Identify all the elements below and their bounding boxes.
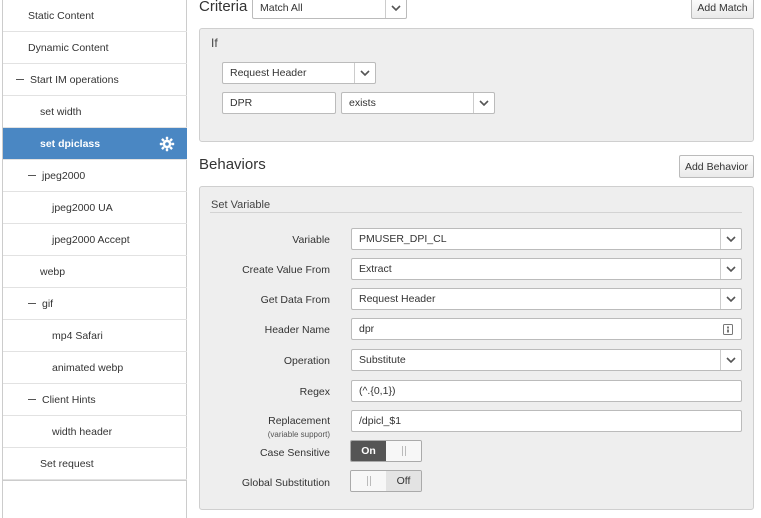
sidebar-item[interactable]: jpeg2000 Accept xyxy=(3,224,187,256)
sidebar-item-label: Static Content xyxy=(28,9,94,22)
create-value-from-value: Extract xyxy=(359,263,392,275)
criteria-if-panel: If xyxy=(199,28,754,142)
sidebar-item[interactable]: width header xyxy=(3,416,187,448)
chevron-down-icon xyxy=(720,229,741,249)
sidebar-item[interactable]: Set request xyxy=(3,448,187,480)
sidebar-bottom-border xyxy=(3,480,187,481)
match-type-value: Match All xyxy=(260,2,303,14)
gear-icon[interactable] xyxy=(159,136,175,152)
toggle-off-label: Off xyxy=(386,471,421,491)
sidebar-item-label: jpeg2000 UA xyxy=(52,201,113,214)
toggle-on-label: On xyxy=(351,441,386,461)
sidebar-item-label: animated webp xyxy=(52,361,124,374)
variable-select[interactable]: PMUSER_DPI_CL xyxy=(351,228,742,250)
collapse-icon[interactable] xyxy=(28,399,36,400)
case-sensitive-label: Case Sensitive xyxy=(259,447,330,459)
sidebar-item-label: width header xyxy=(52,425,113,438)
match-operator-select[interactable]: exists xyxy=(341,92,495,114)
sidebar-item-label: set dpiclass xyxy=(40,137,101,150)
sidebar-item[interactable]: jpeg2000 xyxy=(3,160,187,192)
criteria-title: Criteria xyxy=(199,0,248,15)
collapse-icon[interactable] xyxy=(28,303,36,304)
sidebar-item-label: jpeg2000 Accept xyxy=(52,233,130,246)
sidebar-item-label: Client Hints xyxy=(42,393,96,406)
case-sensitive-toggle[interactable]: On xyxy=(350,440,422,462)
get-data-from-select[interactable]: Request Header xyxy=(351,288,742,310)
global-substitution-label: Global Substitution xyxy=(241,477,330,489)
sidebar-item-label: Dynamic Content xyxy=(28,41,109,54)
sidebar-item[interactable]: animated webp xyxy=(3,352,187,384)
variable-picker-icon[interactable] xyxy=(723,324,733,338)
match-operator-value: exists xyxy=(349,97,376,109)
sidebar-item-label: jpeg2000 xyxy=(42,169,86,182)
condition-type-select[interactable]: Request Header xyxy=(222,62,376,84)
match-type-select[interactable]: Match All xyxy=(252,0,407,19)
sidebar-item-label: gif xyxy=(42,297,54,310)
add-behavior-button[interactable]: Add Behavior xyxy=(679,155,754,178)
sidebar-item[interactable]: gif xyxy=(3,288,187,320)
sidebar-item[interactable]: set dpiclass xyxy=(3,128,187,160)
replacement-label: Replacement xyxy=(268,415,330,427)
collapse-icon[interactable] xyxy=(16,79,24,80)
get-data-from-value: Request Header xyxy=(359,293,436,305)
sidebar-item-label: Start IM operations xyxy=(30,73,119,86)
chevron-down-icon xyxy=(354,63,375,83)
rule-tree-sidebar: Static Content Dynamic Content Start IM op… xyxy=(2,0,187,518)
collapse-icon[interactable] xyxy=(28,175,36,176)
operation-select[interactable]: Substitute xyxy=(351,349,742,371)
sidebar-item[interactable]: jpeg2000 UA xyxy=(3,192,187,224)
set-variable-title: Set Variable xyxy=(211,199,271,211)
behavior-header-name-value: dpr xyxy=(359,323,375,335)
toggle-handle xyxy=(386,441,421,461)
sidebar-item[interactable]: Client Hints xyxy=(3,384,187,416)
panel-divider xyxy=(210,212,742,213)
if-label: If xyxy=(211,36,218,50)
condition-type-value: Request Header xyxy=(230,67,307,79)
regex-value: (^.{0,1}) xyxy=(359,385,396,397)
variable-label: Variable xyxy=(292,234,330,246)
sidebar-item-label: mp4 Safari xyxy=(52,329,103,342)
global-substitution-toggle[interactable]: Off xyxy=(350,470,422,492)
behavior-header-name-input[interactable]: dpr xyxy=(351,318,742,340)
chevron-down-icon xyxy=(720,350,741,370)
toggle-handle xyxy=(351,471,386,491)
sidebar-item[interactable]: Dynamic Content xyxy=(3,32,187,64)
sidebar-item-label: set width xyxy=(40,105,82,118)
sidebar-item[interactable]: set width xyxy=(3,96,187,128)
variable-value: PMUSER_DPI_CL xyxy=(359,233,447,245)
operation-label: Operation xyxy=(283,355,330,367)
header-name-value: DPR xyxy=(230,97,253,109)
header-name-input[interactable]: DPR xyxy=(222,92,336,114)
replacement-value: /dpicl_$1 xyxy=(359,415,402,427)
add-match-button[interactable]: Add Match xyxy=(691,0,754,19)
chevron-down-icon xyxy=(385,0,406,18)
sidebar-item[interactable]: webp xyxy=(3,256,187,288)
create-value-from-label: Create Value From xyxy=(242,264,330,276)
replacement-input[interactable]: /dpicl_$1 xyxy=(351,410,742,432)
get-data-from-label: Get Data From xyxy=(260,294,330,306)
chevron-down-icon xyxy=(720,259,741,279)
replacement-sublabel: (variable support) xyxy=(267,430,330,439)
sidebar-item[interactable]: mp4 Safari xyxy=(3,320,187,352)
chevron-down-icon xyxy=(473,93,494,113)
operation-value: Substitute xyxy=(359,354,406,366)
sidebar-item-label: Set request xyxy=(40,457,94,470)
create-value-from-select[interactable]: Extract xyxy=(351,258,742,280)
regex-input[interactable]: (^.{0,1}) xyxy=(351,380,742,402)
sidebar-item[interactable]: Static Content xyxy=(3,0,187,32)
behaviors-title: Behaviors xyxy=(199,156,266,173)
sidebar-item-label: webp xyxy=(40,265,66,278)
sidebar-item[interactable]: Start IM operations xyxy=(3,64,187,96)
header-name-label: Header Name xyxy=(264,324,330,336)
chevron-down-icon xyxy=(720,289,741,309)
regex-label: Regex xyxy=(299,386,330,398)
